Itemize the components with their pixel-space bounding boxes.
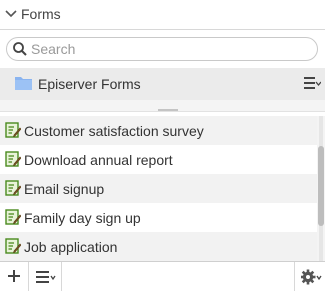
folder-icon <box>15 77 32 90</box>
search-box[interactable] <box>6 37 318 61</box>
context-menu-icon[interactable] <box>304 77 321 89</box>
form-edit-icon <box>5 180 21 196</box>
form-label: Email signup <box>24 181 105 197</box>
chevron-down-icon[interactable] <box>5 9 17 19</box>
list-item[interactable]: Family day sign up <box>0 203 317 232</box>
form-label: Download annual report <box>24 152 173 168</box>
form-label: Customer satisfaction survey <box>24 123 204 139</box>
settings-button[interactable] <box>294 262 325 291</box>
root-folder-label: Episerver Forms <box>38 76 141 92</box>
splitter-grip[interactable] <box>158 109 178 111</box>
list-scrollbar[interactable] <box>317 116 325 261</box>
bottom-toolbar <box>0 261 325 291</box>
panel-title: Forms <box>21 6 61 22</box>
root-folder-row[interactable]: Episerver Forms <box>0 68 325 100</box>
list-menu-button[interactable] <box>28 262 62 291</box>
form-label: Family day sign up <box>24 210 141 226</box>
form-edit-icon <box>5 122 21 138</box>
form-edit-icon <box>5 238 21 254</box>
list-item[interactable]: Job application <box>0 232 317 261</box>
list-menu-icon <box>36 271 56 283</box>
forms-panel-header[interactable]: Forms <box>0 0 325 30</box>
list-item[interactable]: Customer satisfaction survey <box>0 116 317 145</box>
forms-list: Customer satisfaction survey Download an… <box>0 116 317 261</box>
scrollbar-thumb[interactable] <box>318 146 324 226</box>
form-label: Job application <box>24 239 118 255</box>
plus-icon <box>8 270 20 282</box>
form-edit-icon <box>5 151 21 167</box>
list-item[interactable]: Email signup <box>0 174 317 203</box>
pane-splitter[interactable] <box>0 100 325 112</box>
gear-icon <box>301 269 322 285</box>
add-button[interactable] <box>0 262 28 291</box>
form-edit-icon <box>5 209 21 225</box>
search-input[interactable] <box>31 40 311 58</box>
search-icon <box>13 42 27 56</box>
list-item[interactable]: Download annual report <box>0 145 317 174</box>
